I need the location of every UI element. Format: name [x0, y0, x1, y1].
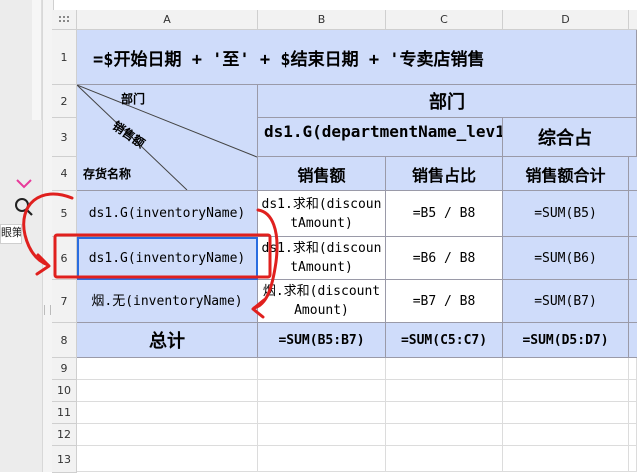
total-b-cell[interactable]: =SUM(B5:B7) — [258, 323, 386, 358]
splitter-grip-icon[interactable] — [44, 305, 51, 315]
empty-cell[interactable] — [77, 402, 258, 424]
row7-total-cell[interactable]: =SUM(B7) — [503, 280, 629, 323]
row-header-12[interactable]: 12 — [52, 424, 77, 446]
row-header-1[interactable]: 1 — [52, 30, 77, 85]
summary-header-cell[interactable]: 综合占 — [503, 118, 637, 157]
total-label-cell[interactable]: 总计 — [77, 323, 258, 358]
empty-cell[interactable] — [503, 446, 629, 472]
empty-cell[interactable] — [629, 380, 637, 402]
row5-total-cell[interactable]: =SUM(B5) — [503, 191, 629, 237]
row-header-2[interactable]: 2 — [52, 85, 77, 118]
empty-cell[interactable] — [503, 424, 629, 446]
empty-cell[interactable] — [386, 424, 503, 446]
empty-cell[interactable] — [386, 380, 503, 402]
empty-cell[interactable] — [629, 424, 637, 446]
row5-extra-cell[interactable] — [629, 191, 637, 237]
row7-inventory-cell[interactable]: 烟.无(inventoryName) — [77, 280, 258, 323]
row-header-9[interactable]: 9 — [52, 358, 77, 380]
empty-cell[interactable] — [258, 402, 386, 424]
chevron-down-icon[interactable] — [15, 178, 33, 190]
row-header-4[interactable]: 4 — [52, 157, 77, 191]
column-header-a[interactable]: A — [77, 10, 258, 30]
row-header-3[interactable]: 3 — [52, 118, 77, 157]
empty-cell[interactable] — [629, 402, 637, 424]
column-header-c[interactable]: C — [386, 10, 503, 30]
grid-icon — [59, 16, 69, 22]
subheader-ratio[interactable]: 销售占比 — [386, 157, 503, 191]
empty-cell[interactable] — [386, 402, 503, 424]
row-header-6[interactable]: 6 — [52, 237, 77, 280]
row6-extra-cell[interactable] — [629, 237, 637, 280]
row7-extra-cell[interactable] — [629, 280, 637, 323]
side-panel-label[interactable]: 眼策 — [0, 224, 22, 244]
empty-cell[interactable] — [77, 424, 258, 446]
row6-sales-cell[interactable]: ds1.求和(discountAmount) — [258, 237, 386, 280]
empty-cell[interactable] — [629, 358, 637, 380]
column-header-e[interactable] — [629, 10, 637, 30]
empty-cell[interactable] — [386, 446, 503, 472]
row-header-10[interactable]: 10 — [52, 380, 77, 402]
row6-total-cell[interactable]: =SUM(B6) — [503, 237, 629, 280]
search-icon — [15, 198, 33, 216]
row7-sales-cell[interactable]: 烟.求和(discountAmount) — [258, 280, 386, 323]
empty-cell[interactable] — [386, 358, 503, 380]
row6-ratio-cell[interactable]: =B6 / B8 — [386, 237, 503, 280]
row-header-5[interactable]: 5 — [52, 191, 77, 237]
row5-ratio-cell[interactable]: =B5 / B8 — [386, 191, 503, 237]
empty-cell[interactable] — [629, 446, 637, 472]
diag-label-inventory: 存货名称 — [83, 167, 132, 181]
column-header-b[interactable]: B — [258, 10, 386, 30]
subheader-total[interactable]: 销售额合计 — [503, 157, 629, 191]
row6-inventory-cell-selected[interactable]: ds1.G(inventoryName) — [77, 237, 258, 280]
empty-cell[interactable] — [258, 380, 386, 402]
empty-cell[interactable] — [77, 358, 258, 380]
row-header-11[interactable]: 11 — [52, 402, 77, 424]
row5-inventory-cell[interactable]: ds1.G(inventoryName) — [77, 191, 258, 237]
empty-cell[interactable] — [258, 358, 386, 380]
empty-cell[interactable] — [503, 402, 629, 424]
diag-label-dept: 部门 — [121, 92, 146, 106]
select-all-corner[interactable] — [52, 10, 77, 30]
empty-cell[interactable] — [503, 380, 629, 402]
search-button[interactable] — [12, 196, 36, 218]
row5-sales-cell[interactable]: ds1.求和(discountAmount) — [258, 191, 386, 237]
total-extra-cell[interactable] — [629, 323, 637, 358]
empty-cell[interactable] — [258, 424, 386, 446]
row-header-8[interactable]: 8 — [52, 323, 77, 358]
diagonal-header-cell[interactable]: 部门 销售额 存货名称 — [77, 85, 258, 191]
report-title-cell[interactable]: =$开始日期 + '至' + $结束日期 + '专卖店销售 — [77, 30, 637, 85]
column-header-d[interactable]: D — [503, 10, 629, 30]
empty-cell[interactable] — [258, 446, 386, 472]
empty-cell[interactable] — [77, 446, 258, 472]
subheader-extra[interactable] — [629, 157, 637, 191]
total-d-cell[interactable]: =SUM(D5:D7) — [503, 323, 629, 358]
left-scrollbar[interactable] — [32, 0, 42, 120]
dept-header-cell[interactable]: 部门 — [258, 85, 637, 118]
row-header-13[interactable]: 13 — [52, 446, 77, 473]
row7-ratio-cell[interactable]: =B7 / B8 — [386, 280, 503, 323]
spreadsheet-grid[interactable]: A B C D 1 2 3 4 5 6 7 8 9 10 11 12 13 =$… — [52, 10, 637, 473]
row-header-7[interactable]: 7 — [52, 280, 77, 323]
empty-cell[interactable] — [77, 380, 258, 402]
dept-formula-cell[interactable]: ds1.G(departmentName_lev1) — [258, 118, 503, 157]
total-c-cell[interactable]: =SUM(C5:C7) — [386, 323, 503, 358]
empty-cell[interactable] — [503, 358, 629, 380]
subheader-sales[interactable]: 销售额 — [258, 157, 386, 191]
